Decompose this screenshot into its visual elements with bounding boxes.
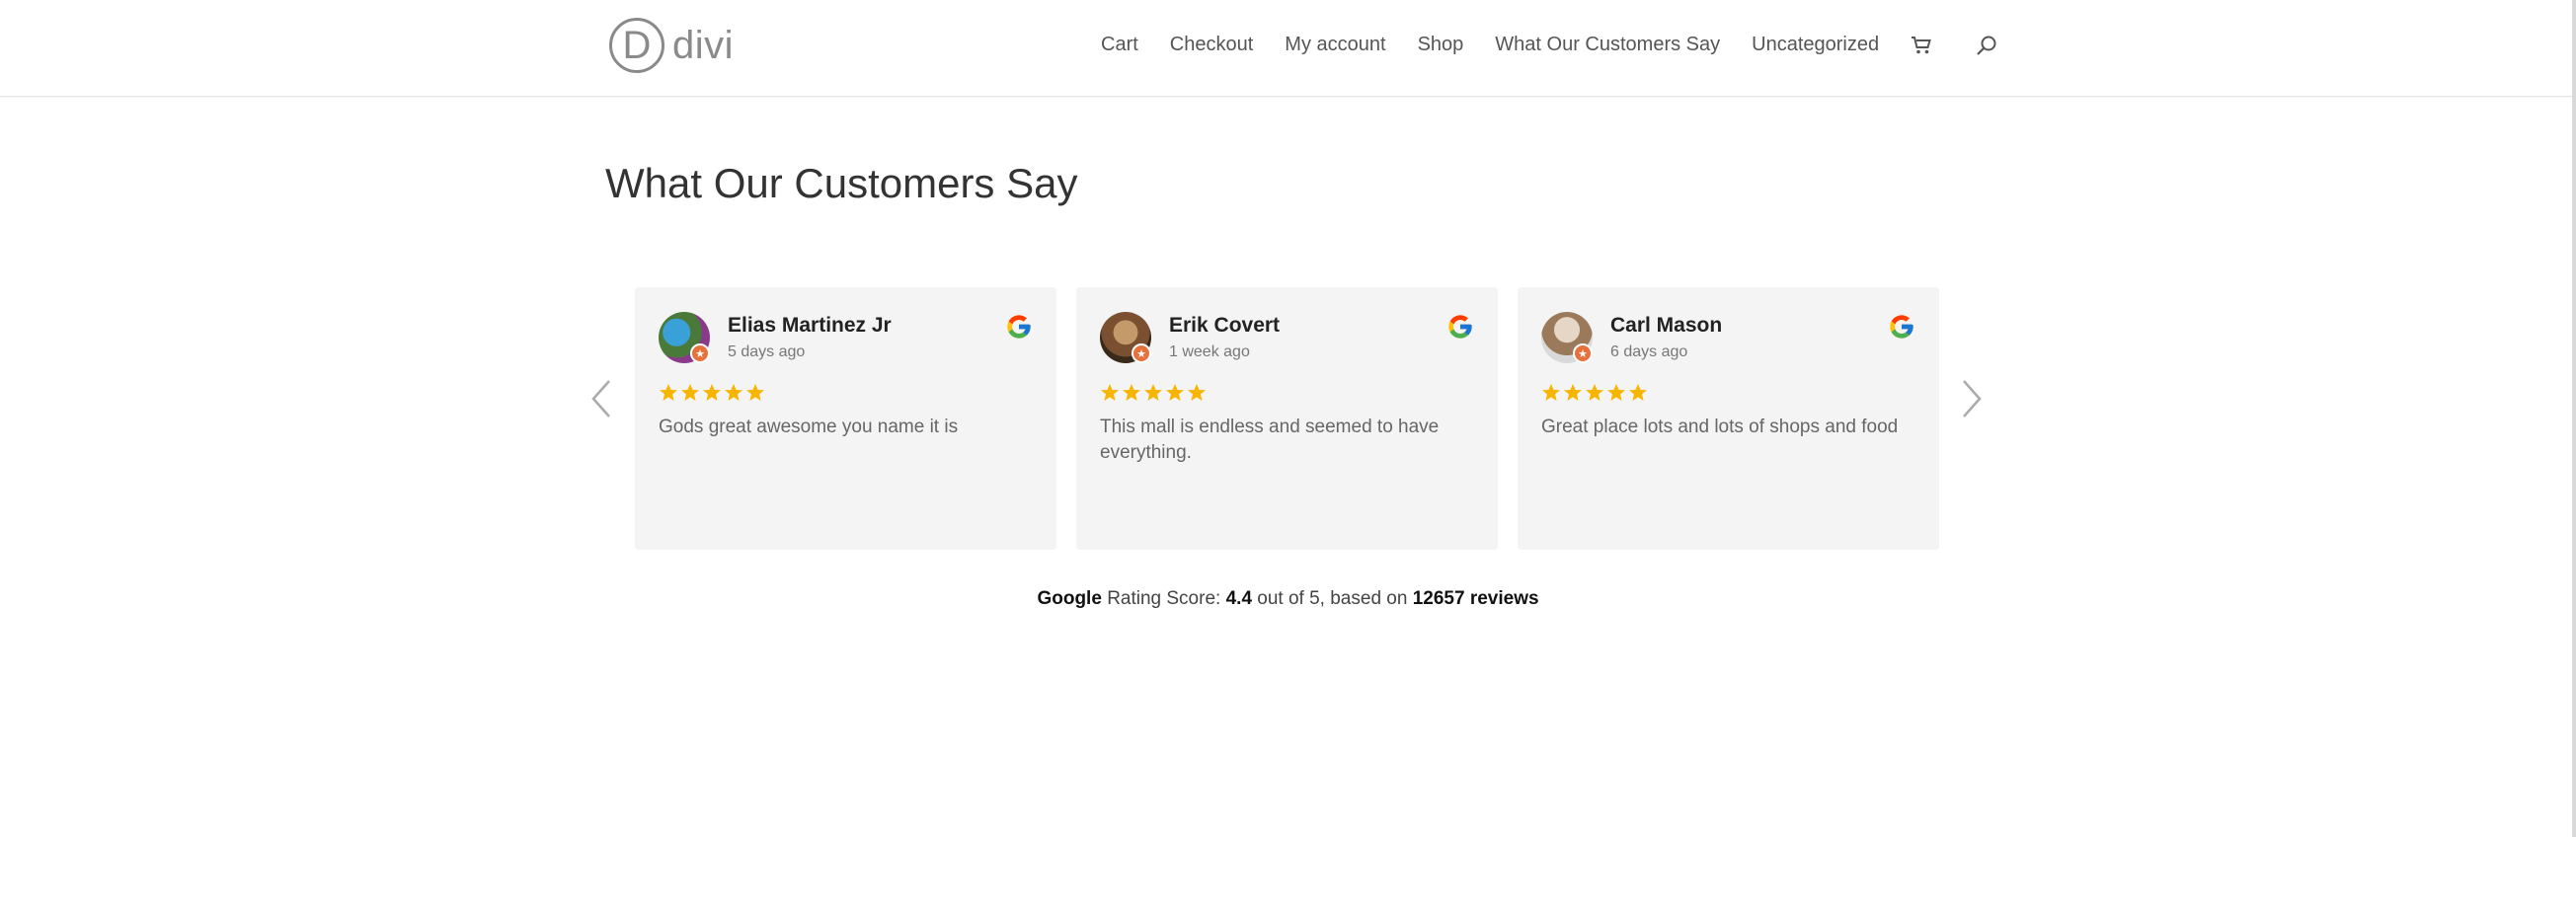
star-icon	[1607, 384, 1625, 401]
review-text: Gods great awesome you name it is	[659, 417, 959, 437]
summary-score: 4.4	[1225, 588, 1253, 609]
carousel-next-button[interactable]	[1957, 377, 1987, 420]
review-time: 1 week ago	[1169, 343, 1250, 360]
search-icon[interactable]	[1976, 35, 1997, 56]
google-icon	[1890, 315, 1913, 339]
review-card: ★ Elias Martinez Jr 5 days ago Gods grea…	[635, 287, 1056, 550]
rating-stars	[1100, 383, 1474, 403]
star-icon	[1144, 384, 1162, 401]
review-card: ★ Carl Mason 6 days ago Great place lots…	[1518, 287, 1939, 550]
star-icon	[1188, 384, 1206, 401]
nav-item-cart[interactable]: Cart	[1101, 34, 1138, 56]
google-icon	[1448, 315, 1472, 339]
review-text: This mall is endless and seemed to have …	[1100, 417, 1440, 463]
review-time: 5 days ago	[728, 343, 806, 360]
avatar: ★	[1100, 312, 1151, 363]
google-icon	[1007, 315, 1031, 339]
star-icon	[681, 384, 699, 401]
summary-label: Rating Score:	[1107, 588, 1221, 609]
nav-item-what-our-customers-say[interactable]: What Our Customers Say	[1495, 34, 1720, 56]
star-icon	[1586, 384, 1603, 401]
site-header: D divi Cart Checkout My account Shop Wha…	[0, 0, 2576, 97]
star-icon	[1629, 384, 1647, 401]
star-icon	[703, 384, 721, 401]
nav-item-uncategorized[interactable]: Uncategorized	[1752, 34, 1879, 56]
main-nav: Cart Checkout My account Shop What Our C…	[1101, 34, 1997, 56]
local-guide-badge-icon: ★	[1132, 343, 1151, 363]
star-icon	[1166, 384, 1184, 401]
summary-out-of: out of 5, based on	[1257, 588, 1408, 609]
star-icon	[1123, 384, 1140, 401]
star-icon	[660, 384, 677, 401]
chevron-right-icon	[1963, 380, 1982, 418]
star-icon	[1101, 384, 1119, 401]
page-scrollbar[interactable]	[2572, 0, 2576, 837]
avatar: ★	[659, 312, 710, 363]
star-icon	[1542, 384, 1560, 401]
summary-brand: Google	[1037, 588, 1102, 609]
site-logo[interactable]: D divi	[609, 18, 734, 73]
rating-summary: Google Rating Score: 4.4 out of 5, based…	[0, 588, 2576, 610]
local-guide-badge-icon: ★	[1573, 343, 1593, 363]
reviewer-name[interactable]: Elias Martinez Jr	[728, 314, 892, 338]
chevron-left-icon	[591, 380, 610, 418]
star-icon	[1564, 384, 1582, 401]
review-carousel: ★ Elias Martinez Jr 5 days ago Gods grea…	[635, 287, 1939, 550]
cart-icon[interactable]	[1911, 36, 1932, 55]
reviewer-name[interactable]: Erik Covert	[1169, 314, 1280, 338]
star-icon	[746, 384, 764, 401]
logo-text: divi	[672, 23, 735, 67]
summary-count: 12657 reviews	[1412, 588, 1539, 609]
nav-item-shop[interactable]: Shop	[1418, 34, 1464, 56]
star-icon	[725, 384, 742, 401]
avatar: ★	[1541, 312, 1593, 363]
nav-item-checkout[interactable]: Checkout	[1170, 34, 1254, 56]
nav-item-my-account[interactable]: My account	[1285, 34, 1385, 56]
rating-stars	[1541, 383, 1915, 403]
page-title: What Our Customers Say	[605, 160, 1078, 206]
review-card: ★ Erik Covert 1 week ago This mall is en…	[1076, 287, 1498, 550]
carousel-prev-button[interactable]	[586, 377, 616, 420]
rating-stars	[659, 383, 1033, 403]
logo-mark: D	[609, 18, 664, 73]
local-guide-badge-icon: ★	[690, 343, 710, 363]
review-text: Great place lots and lots of shops and f…	[1541, 417, 1899, 437]
review-time: 6 days ago	[1610, 343, 1688, 360]
reviewer-name[interactable]: Carl Mason	[1610, 314, 1722, 338]
